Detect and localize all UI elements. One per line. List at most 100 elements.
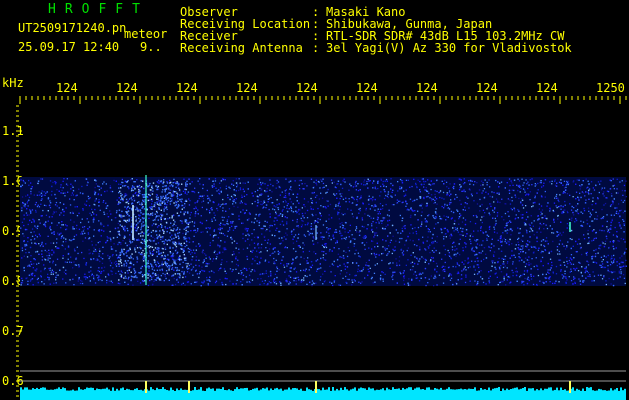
noise-speck	[316, 220, 318, 222]
noise-speck	[458, 217, 460, 220]
noise-speck	[603, 245, 606, 248]
noise-speck	[164, 246, 166, 248]
noise-speck	[251, 221, 253, 223]
noise-speck	[613, 188, 615, 190]
noise-speck	[349, 183, 351, 185]
noise-speck	[289, 276, 292, 278]
noise-speck	[506, 229, 509, 231]
noise-speck	[614, 271, 616, 273]
noise-speck	[612, 278, 615, 281]
noise-speck	[341, 212, 343, 215]
noise-speck	[310, 197, 312, 200]
noise-speck	[324, 259, 327, 261]
noise-speck	[388, 263, 390, 265]
noise-speck	[590, 193, 592, 195]
noise-speck	[502, 266, 505, 269]
noise-speck	[49, 257, 51, 259]
noise-speck	[433, 216, 435, 219]
noise-speck	[563, 191, 565, 193]
noise-speck	[434, 211, 437, 213]
noise-speck	[258, 215, 260, 217]
noise-speck	[418, 280, 421, 282]
noise-speck	[401, 182, 404, 184]
noise-speck	[610, 221, 612, 224]
noise-speck	[568, 259, 570, 262]
noise-speck	[200, 195, 202, 197]
noise-speck	[155, 243, 157, 245]
noise-speck	[472, 246, 474, 249]
noise-speck	[84, 273, 86, 275]
noise-speck	[537, 189, 539, 191]
noise-speck	[54, 181, 56, 183]
noise-speck	[557, 215, 559, 217]
noise-speck	[499, 237, 501, 240]
noise-speck	[218, 189, 220, 191]
noise-speck	[253, 269, 255, 271]
noise-speck	[235, 202, 237, 204]
noise-speck	[580, 247, 582, 249]
noise-speck	[97, 185, 99, 187]
noise-speck	[188, 251, 190, 253]
noise-speck	[493, 226, 495, 228]
noise-speck	[316, 270, 318, 272]
noise-speck	[243, 195, 246, 197]
noise-speck	[587, 233, 589, 235]
noise-speck	[345, 201, 347, 203]
noise-speck	[43, 204, 46, 206]
noise-speck	[202, 231, 204, 233]
noise-speck	[430, 256, 433, 259]
noise-speck	[506, 267, 508, 269]
noise-speck	[231, 261, 233, 263]
noise-speck	[197, 228, 199, 230]
noise-speck	[187, 226, 190, 228]
noise-speck	[23, 218, 25, 220]
noise-speck	[82, 209, 84, 211]
noise-speck	[429, 231, 431, 233]
noise-speck	[69, 261, 71, 263]
noise-speck	[616, 264, 618, 267]
noise-speck	[245, 228, 247, 231]
noise-speck	[311, 200, 313, 202]
noise-speck	[100, 194, 102, 196]
noise-speck	[177, 227, 179, 229]
noise-speck	[482, 182, 484, 184]
noise-speck	[198, 265, 200, 267]
noise-speck	[530, 273, 532, 276]
noise-speck	[275, 206, 277, 208]
noise-speck	[171, 267, 174, 269]
noise-speck	[262, 182, 264, 184]
noise-speck	[35, 211, 37, 213]
noise-speck	[253, 242, 256, 244]
noise-speck	[518, 253, 520, 255]
noise-speck	[166, 227, 169, 229]
noise-speck	[72, 267, 74, 269]
noise-speck	[399, 178, 402, 181]
noise-speck	[613, 198, 615, 200]
noise-speck	[527, 181, 529, 183]
noise-speck	[94, 282, 97, 284]
noise-speck	[481, 244, 483, 246]
noise-speck	[97, 277, 99, 279]
noise-speck	[367, 268, 369, 270]
noise-speck	[436, 179, 438, 181]
noise-speck	[582, 281, 584, 283]
noise-speck	[521, 259, 523, 261]
noise-speck	[123, 215, 126, 217]
noise-speck	[453, 185, 455, 188]
noise-speck	[503, 237, 505, 240]
noise-speck	[315, 260, 317, 262]
noise-speck	[540, 252, 542, 254]
noise-speck	[593, 237, 595, 240]
noise-speck	[236, 225, 238, 228]
noise-speck	[262, 202, 264, 204]
noise-speck	[244, 182, 246, 184]
noise-speck	[558, 181, 561, 183]
noise-speck	[540, 214, 542, 216]
noise-speck	[562, 275, 565, 277]
noise-speck	[294, 180, 296, 182]
noise-speck	[291, 263, 293, 265]
noise-speck	[231, 270, 233, 273]
noise-speck	[348, 278, 350, 281]
noise-speck	[382, 272, 384, 274]
noise-speck	[539, 226, 541, 228]
